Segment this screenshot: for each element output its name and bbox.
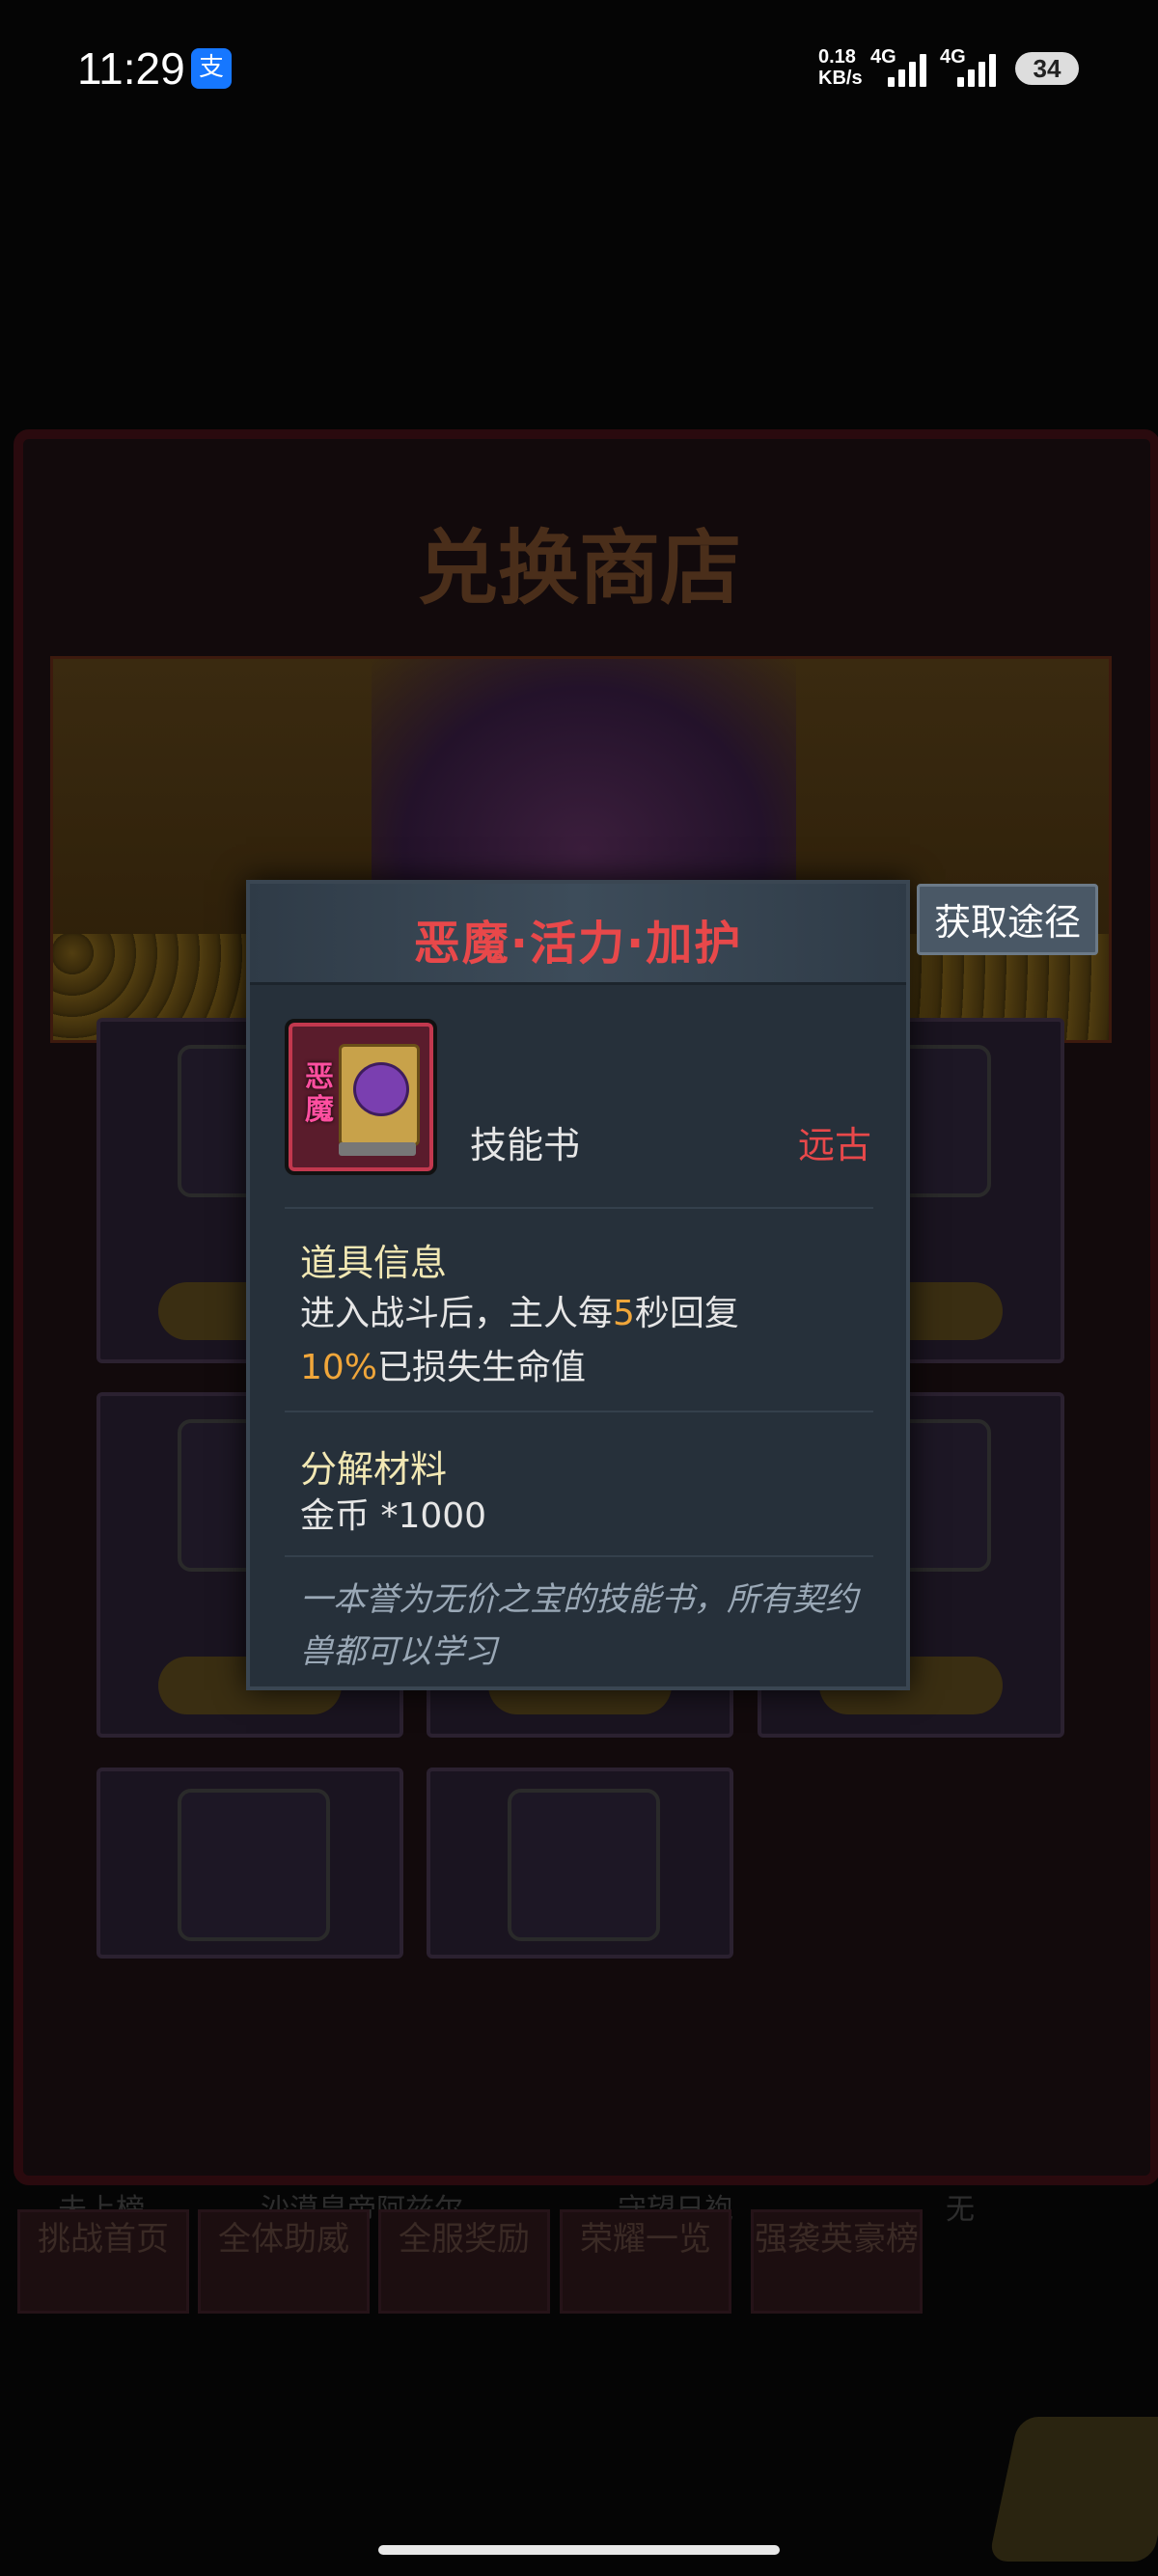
info-seconds: 5 (613, 1294, 635, 1333)
demon-gem-icon (353, 1062, 409, 1116)
signal-icon (957, 52, 1000, 87)
decompose-title: 分解材料 (300, 1448, 448, 1491)
info-line-2: 10%已损失生命值 (300, 1341, 879, 1395)
divider (285, 1207, 873, 1209)
info-text: 进入战斗后，主人每 (300, 1294, 614, 1333)
signal-icon (888, 52, 930, 87)
info-text: 已损失生命值 (377, 1348, 587, 1387)
shop-item-card[interactable] (427, 1768, 733, 1959)
get-source-button[interactable]: 获取途径 (917, 884, 1098, 955)
divider (285, 1555, 873, 1557)
shop-item-card[interactable] (96, 1768, 403, 1959)
popup-header: 恶魔·活力·加护 (250, 884, 906, 985)
net-speed-unit: KB/s (818, 68, 863, 89)
none-label: 无 (946, 2193, 975, 2227)
flavor-text: 一本誉为无价之宝的技能书，所有契约兽都可以学习 (300, 1580, 858, 1671)
item-detail-popup: 恶魔·活力·加护 恶魔 技能书 远古 道具信息 进入战斗后，主人每5秒回复 10… (246, 880, 910, 1690)
item-icon-frame: 恶魔 (285, 1019, 437, 1175)
clock: 11:29 (77, 43, 185, 94)
shop-title: 兑换商店 (416, 521, 741, 616)
glory-list-button[interactable]: 荣耀一览 (560, 2209, 731, 2314)
challenge-home-button[interactable]: 挑战首页 (17, 2209, 189, 2314)
info-title: 道具信息 (300, 1242, 448, 1284)
hero-rank-button[interactable]: 强袭英豪榜 (751, 2209, 923, 2314)
net-speed-value: 0.18 (818, 46, 856, 68)
popup-title: 恶魔·活力·加护 (413, 917, 743, 971)
server-reward-button[interactable]: 全服奖励 (378, 2209, 550, 2314)
decompose-value: 金币 *1000 (300, 1496, 487, 1536)
divider (285, 1411, 873, 1412)
gem-icon (178, 1789, 330, 1941)
alipay-icon: 支 (191, 48, 232, 89)
info-line-1: 进入战斗后，主人每5秒回复 (300, 1287, 879, 1341)
treasure-chest-icon (508, 1789, 660, 1941)
info-description: 进入战斗后，主人每5秒回复 10%已损失生命值 (300, 1287, 879, 1395)
status-bar: 11:29 支 0.18 KB/s 4G 4G 34 (0, 0, 1158, 135)
item-rarity: 远古 (798, 1124, 872, 1166)
info-text: 秒回复 (634, 1294, 739, 1333)
forward-arrow-icon[interactable] (988, 2417, 1158, 2562)
home-indicator[interactable] (378, 2545, 780, 2555)
item-type: 技能书 (470, 1124, 581, 1166)
book-stand-icon (339, 1142, 416, 1156)
battery-icon: 34 (1015, 52, 1079, 85)
info-percent: 10% (300, 1348, 378, 1387)
skill-book-icon (339, 1044, 420, 1146)
cheer-button[interactable]: 全体助威 (198, 2209, 370, 2314)
net-speed: 0.18 KB/s (818, 46, 863, 89)
demon-badge: 恶魔 (305, 1060, 334, 1127)
